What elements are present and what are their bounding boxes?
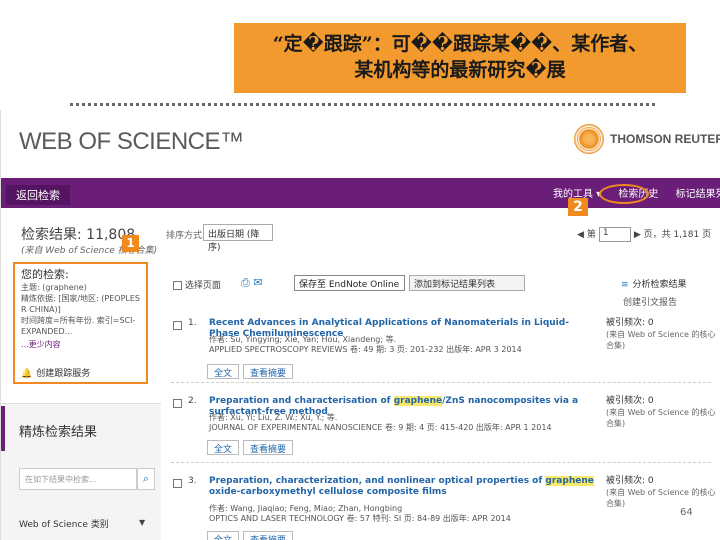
search-label: 您的检索: xyxy=(21,268,69,281)
full-text-button[interactable]: 全文 xyxy=(207,531,240,540)
search-line-refine: 精炼依据: [国家/地区: (PEOPLES R CHINA)] xyxy=(21,294,141,314)
title-highlight: graphene xyxy=(393,396,443,406)
add-to-marked-list-button[interactable]: 添加到标记结果列表 xyxy=(409,275,525,291)
banner-line-1: “定�跟踪”：可��跟踪某��、某作者、 xyxy=(272,33,648,55)
record-number: 2. xyxy=(188,396,197,406)
history-highlight-oval xyxy=(599,184,649,204)
results-toolbar: 选择页面 ⎙ ✉ 保存至 EndNote Online 添加到标记结果列表 ≡ 分… xyxy=(161,270,720,308)
record-buttons: 全文查看摘要 xyxy=(207,528,297,540)
email-icon[interactable]: ✉ xyxy=(253,276,262,289)
wos-screenshot: WEB OF SCIENCE™ THOMSON REUTERS™ 返回检索 我的… xyxy=(0,110,720,540)
times-cited-count: 被引频次: 0 xyxy=(606,476,654,486)
record-authors: 作者: Su, Yingying; Xie, Yan; Hou, Xianden… xyxy=(209,335,397,344)
refine-title: 精炼检索结果 xyxy=(19,425,98,440)
record-source: APPLIED SPECTROSCOPY REVIEWS 卷: 49 期: 3 … xyxy=(209,345,522,354)
title-text: Preparation, characterization, and nonli… xyxy=(209,476,546,486)
times-cited-source: (来自 Web of Science 的核心合集) xyxy=(606,330,716,350)
back-to-search-button[interactable]: 返回检索 xyxy=(6,185,70,205)
next-page-icon[interactable]: ▶ xyxy=(634,230,641,240)
search-line-topic: 主题: (graphene) xyxy=(21,283,87,292)
sort-label: 排序方式: xyxy=(166,231,206,241)
step-2-badge: 2 xyxy=(568,198,588,216)
title-text-rest: oxide-carboxymethyl cellulose composite … xyxy=(209,487,447,497)
title-banner: “定�跟踪”：可��跟踪某��、某作者、 某机构等的最新研究�展 xyxy=(234,23,686,93)
times-cited-count: 被引频次: 0 xyxy=(606,396,654,406)
tr-globe-icon xyxy=(574,124,604,154)
page-prefix: 第 xyxy=(586,230,596,240)
citation-report-link[interactable]: 创建引文报告 xyxy=(623,295,677,308)
times-cited: 被引频次: 0 (来自 Web of Science 的核心合集) xyxy=(606,318,716,351)
less-link[interactable]: ...更少内容 xyxy=(21,339,140,350)
record-source: JOURNAL OF EXPERIMENTAL NANOSCIENCE 卷: 9… xyxy=(209,423,552,432)
tool-icons: ⎙ ✉ xyxy=(241,276,263,290)
full-text-button[interactable]: 全文 xyxy=(207,440,240,455)
create-alert-link[interactable]: 🔔 创建跟踪服务 xyxy=(21,366,90,379)
refine-accent-bar xyxy=(1,406,5,451)
title-text: Preparation and characterisation of xyxy=(209,396,394,406)
select-page-checkbox[interactable]: 选择页面 xyxy=(173,278,221,291)
print-icon[interactable]: ⎙ xyxy=(241,276,250,289)
record-authors: 作者: Xu, Yi; Liu, Z. W.; Xu, Y.; 等. xyxy=(209,413,338,422)
search-icon[interactable]: ⌕ xyxy=(137,468,155,490)
view-abstract-button[interactable]: 查看摘要 xyxy=(243,440,294,455)
row-divider xyxy=(171,382,711,383)
record-number: 1. xyxy=(188,318,197,328)
bell-icon: 🔔 xyxy=(21,369,33,379)
record-number: 3. xyxy=(188,476,197,486)
pagination: ◀ 第 1 ▶ 页，共 1,181 页 xyxy=(577,227,711,242)
title-highlight: graphene xyxy=(545,476,594,486)
wos-logo[interactable]: WEB OF SCIENCE™ xyxy=(19,128,244,156)
checkbox[interactable] xyxy=(173,281,182,290)
tr-wordmark: THOMSON REUTERS™ xyxy=(610,132,720,146)
banner-line-2: 某机构等的最新研究�展 xyxy=(354,59,566,81)
create-alert-label: 创建跟踪服务 xyxy=(36,369,91,379)
bar-chart-icon: ≡ xyxy=(621,280,629,290)
record-checkbox[interactable] xyxy=(173,321,182,330)
banner-text: “定�跟踪”：可��跟踪某��、某作者、 某机构等的最新研究�展 xyxy=(234,31,686,83)
wos-header: WEB OF SCIENCE™ THOMSON REUTERS™ xyxy=(1,110,720,178)
page-number-input[interactable]: 1 xyxy=(598,227,631,242)
sort-select[interactable]: 出版日期 (降序) xyxy=(203,224,273,253)
times-cited-source: (来自 Web of Science 的核心合集) xyxy=(606,408,716,428)
record-buttons: 全文查看摘要 xyxy=(207,361,297,380)
record-authors: 作者: Wang, Jiaqiao; Feng, Miao; Zhan, Hon… xyxy=(209,504,403,513)
prev-page-icon[interactable]: ◀ xyxy=(577,230,584,240)
times-cited-count: 被引频次: 0 xyxy=(606,318,654,328)
times-cited: 被引频次: 0 (来自 Web of Science 的核心合集) xyxy=(606,476,716,509)
record-checkbox[interactable] xyxy=(173,479,182,488)
results-count: 检索结果: 11,808 xyxy=(21,227,136,243)
step-1-badge: 1 xyxy=(122,235,139,252)
analyze-results-link[interactable]: ≡ 分析检索结果 xyxy=(621,277,687,290)
slide-page-number: 64 xyxy=(680,507,693,518)
row-divider xyxy=(171,462,711,463)
view-abstract-button[interactable]: 查看摘要 xyxy=(243,364,294,379)
dotted-divider xyxy=(70,103,655,106)
record-checkbox[interactable] xyxy=(173,399,182,408)
times-cited-source: (来自 Web of Science 的核心合集) xyxy=(606,488,716,508)
marked-list-link[interactable]: 标记结果列表 xyxy=(676,189,720,200)
chevron-down-icon[interactable]: ▼ xyxy=(139,518,145,527)
refine-search-input[interactable]: 在如下结果中检索... xyxy=(19,468,137,490)
refine-panel: 精炼检索结果 在如下结果中检索... ⌕ Web of Science 类别 ▼ xyxy=(1,403,161,540)
analyze-label: 分析检索结果 xyxy=(632,280,687,290)
view-abstract-button[interactable]: 查看摘要 xyxy=(243,531,294,540)
select-page-label: 选择页面 xyxy=(184,281,221,291)
record-source: OPTICS AND LASER TECHNOLOGY 卷: 57 特刊: SI… xyxy=(209,514,511,523)
save-to-select[interactable]: 保存至 EndNote Online xyxy=(294,275,405,291)
record-buttons: 全文查看摘要 xyxy=(207,437,297,456)
times-cited: 被引频次: 0 (来自 Web of Science 的核心合集) xyxy=(606,396,716,429)
full-text-button[interactable]: 全文 xyxy=(207,364,240,379)
page-total: 页，共 1,181 页 xyxy=(643,230,712,240)
wos-category-filter[interactable]: Web of Science 类别 xyxy=(19,517,109,530)
search-line-timespan: 时间跨度=所有年份. 索引=SCI-EXPANDED... xyxy=(21,316,136,336)
record-title[interactable]: Preparation, characterization, and nonli… xyxy=(209,476,599,498)
